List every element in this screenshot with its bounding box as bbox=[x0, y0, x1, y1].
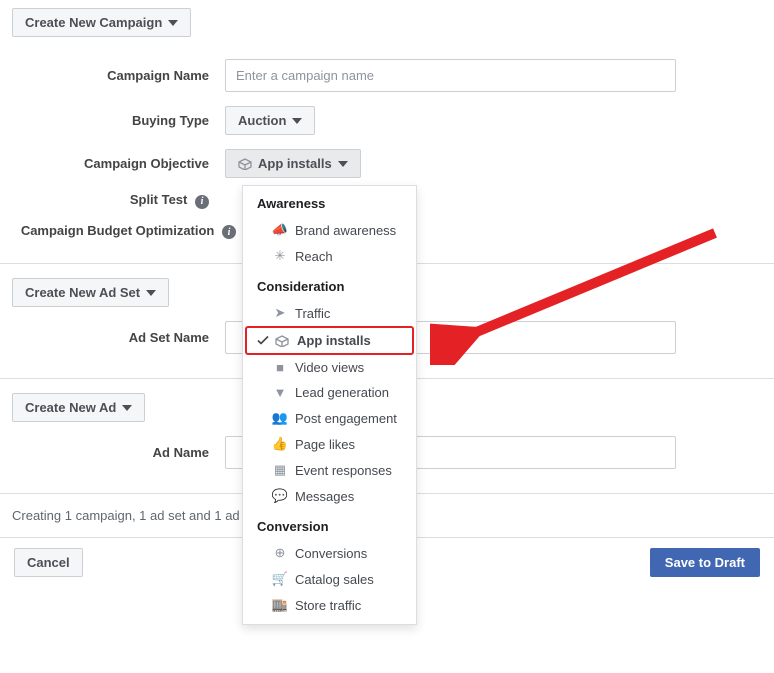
people-icon: 👥 bbox=[273, 410, 287, 426]
objective-catalog-sales[interactable]: 🛒 Catalog sales bbox=[243, 566, 416, 592]
objective-group-consideration: Consideration bbox=[243, 269, 416, 300]
objective-reach[interactable]: ✳ Reach bbox=[243, 243, 416, 269]
save-to-draft-button[interactable]: Save to Draft bbox=[650, 548, 760, 577]
chevron-down-icon bbox=[146, 290, 156, 296]
buying-type-value: Auction bbox=[238, 113, 286, 128]
chat-icon: 💬 bbox=[273, 488, 287, 504]
split-test-label: Split Test i bbox=[0, 192, 225, 209]
cart-icon: 🛒 bbox=[273, 571, 287, 587]
info-icon: i bbox=[222, 225, 236, 239]
create-ad-label: Create New Ad bbox=[25, 400, 116, 415]
info-icon: i bbox=[195, 195, 209, 209]
cursor-icon: ➤ bbox=[273, 305, 287, 321]
objective-post-engagement[interactable]: 👥 Post engagement bbox=[243, 405, 416, 431]
globe-icon: ⊕ bbox=[273, 545, 287, 561]
chevron-down-icon bbox=[338, 161, 348, 167]
objective-messages[interactable]: 💬 Messages bbox=[243, 483, 416, 509]
objective-group-conversion: Conversion bbox=[243, 509, 416, 540]
create-ad-button[interactable]: Create New Ad bbox=[12, 393, 145, 422]
campaign-name-label: Campaign Name bbox=[0, 68, 225, 83]
ad-name-label: Ad Name bbox=[0, 445, 225, 460]
thumb-icon: 👍 bbox=[273, 436, 287, 452]
store-icon: 🏬 bbox=[273, 597, 287, 613]
chevron-down-icon bbox=[292, 118, 302, 124]
adset-name-label: Ad Set Name bbox=[0, 330, 225, 345]
objective-page-likes[interactable]: 👍 Page likes bbox=[243, 431, 416, 457]
campaign-objective-value: App installs bbox=[258, 156, 332, 171]
calendar-icon: ▦ bbox=[273, 462, 287, 478]
campaign-objective-select[interactable]: App installs bbox=[225, 149, 361, 178]
create-campaign-label: Create New Campaign bbox=[25, 15, 162, 30]
objective-app-installs[interactable]: App installs bbox=[245, 326, 414, 355]
budget-optimization-label: Campaign Budget Optimization i bbox=[0, 223, 242, 240]
box-icon bbox=[275, 335, 289, 347]
create-campaign-button[interactable]: Create New Campaign bbox=[12, 8, 191, 37]
objective-traffic[interactable]: ➤ Traffic bbox=[243, 300, 416, 326]
cancel-button[interactable]: Cancel bbox=[14, 548, 83, 577]
buying-type-select[interactable]: Auction bbox=[225, 106, 315, 135]
objective-event-responses[interactable]: ▦ Event responses bbox=[243, 457, 416, 483]
objective-conversions[interactable]: ⊕ Conversions bbox=[243, 540, 416, 566]
megaphone-icon: 📣 bbox=[273, 222, 287, 238]
objective-store-traffic[interactable]: 🏬 Store traffic bbox=[243, 592, 416, 618]
funnel-icon: ▼ bbox=[273, 385, 287, 400]
chevron-down-icon bbox=[122, 405, 132, 411]
chevron-down-icon bbox=[168, 20, 178, 26]
objective-group-awareness: Awareness bbox=[243, 186, 416, 217]
campaign-name-input[interactable] bbox=[225, 59, 676, 92]
objective-video-views[interactable]: ■ Video views bbox=[243, 355, 416, 380]
creation-summary: Creating 1 campaign, 1 ad set and 1 ad bbox=[12, 508, 240, 523]
objective-lead-generation[interactable]: ▼ Lead generation bbox=[243, 380, 416, 405]
campaign-objective-label: Campaign Objective bbox=[0, 156, 225, 171]
check-icon bbox=[257, 333, 269, 348]
buying-type-label: Buying Type bbox=[0, 113, 225, 128]
objective-brand-awareness[interactable]: 📣 Brand awareness bbox=[243, 217, 416, 243]
box-icon bbox=[238, 158, 252, 170]
create-adset-label: Create New Ad Set bbox=[25, 285, 140, 300]
video-icon: ■ bbox=[273, 360, 287, 375]
objective-dropdown: Awareness 📣 Brand awareness ✳ Reach Cons… bbox=[242, 185, 417, 625]
create-adset-button[interactable]: Create New Ad Set bbox=[12, 278, 169, 307]
snowflake-icon: ✳ bbox=[273, 248, 287, 264]
